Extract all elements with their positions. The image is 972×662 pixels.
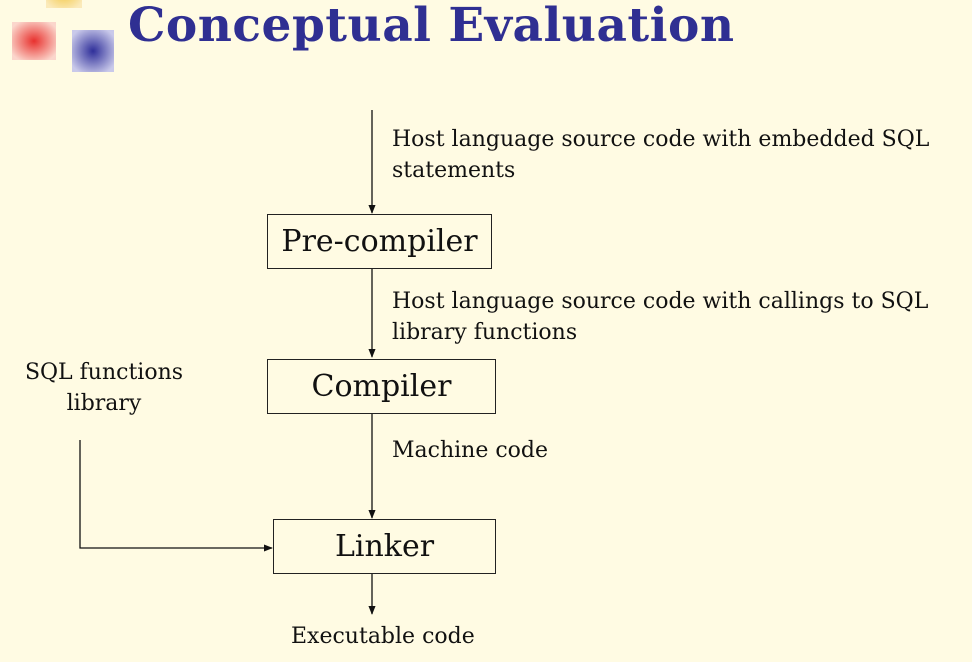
compiler-node: Compiler <box>267 359 496 414</box>
output-label: Executable code <box>291 624 475 649</box>
input-label-line1: Host language source code with embedded … <box>392 127 930 152</box>
library-label-line1: SQL functions <box>24 360 184 385</box>
precompiler-output-line2: library functions <box>392 320 578 345</box>
linker-node: Linker <box>273 519 496 574</box>
compiler-output-label: Machine code <box>392 438 549 463</box>
precompiler-output-line1: Host language source code with callings … <box>392 289 929 314</box>
library-label: SQL functions library <box>20 357 188 419</box>
precompiler-node: Pre-compiler <box>267 214 492 269</box>
input-label: Host language source code with embedded … <box>392 124 929 186</box>
precompiler-output-label: Host language source code with callings … <box>392 286 928 348</box>
arrow-library-to-linker <box>79 440 273 552</box>
library-label-line2: library <box>66 391 142 416</box>
input-label-line2: statements <box>392 158 516 183</box>
